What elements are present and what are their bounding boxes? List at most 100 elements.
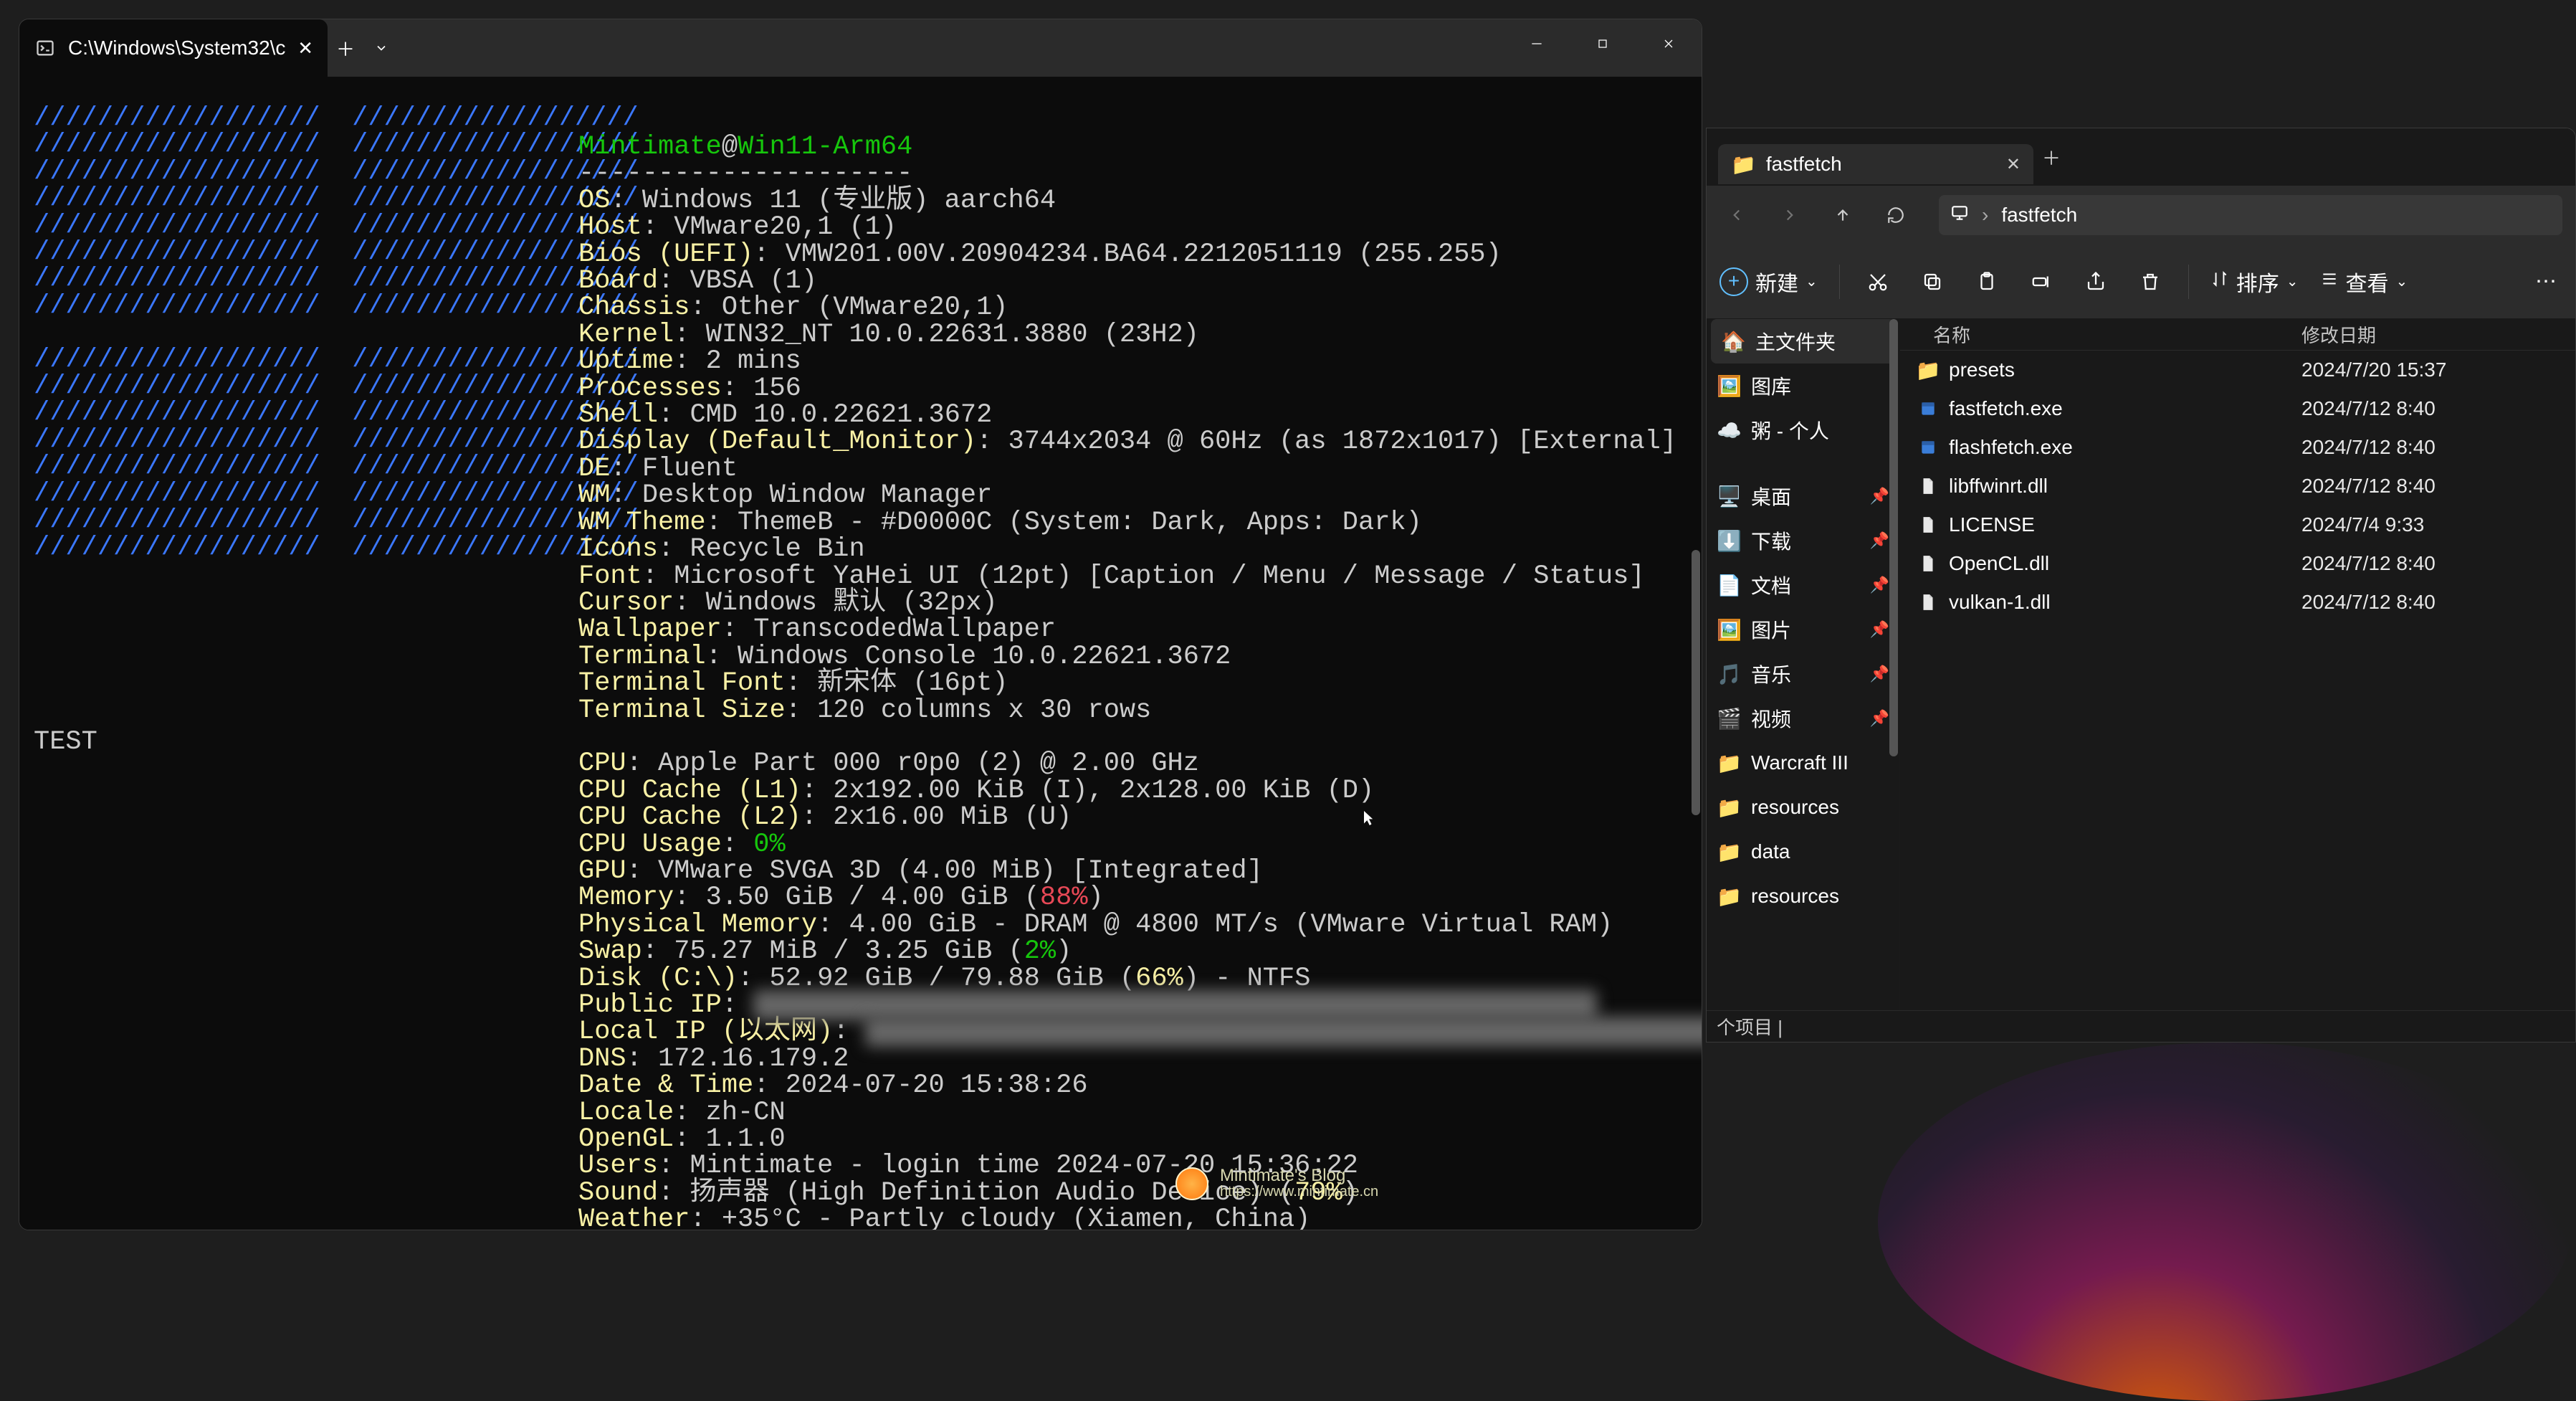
up-button[interactable] — [1826, 198, 1860, 232]
terminal-window: C:\Windows\System32\cmd.e ✕ ＋ //////////… — [19, 19, 1702, 1230]
file-row[interactable]: fastfetch.exe 2024/7/12 8:40 — [1900, 389, 2575, 428]
close-tab-icon[interactable]: ✕ — [2006, 154, 2021, 175]
terminal-body[interactable]: ////////////////// ////////////////// //… — [19, 77, 1702, 1230]
file-row[interactable]: flashfetch.exe 2024/7/12 8:40 — [1900, 428, 2575, 467]
sidebar-item[interactable]: 🖥️桌面📌 — [1707, 474, 1899, 518]
file-icon — [1917, 475, 1939, 497]
sidebar-item-label: 图库 — [1751, 371, 1791, 400]
file-date: 2024/7/12 8:40 — [2301, 552, 2531, 575]
folder-icon: 📁 — [1917, 359, 1939, 381]
sidebar-item-label: data — [1751, 840, 1790, 863]
copy-button[interactable] — [1916, 262, 1949, 302]
new-tab-button[interactable]: ＋ — [328, 19, 363, 77]
file-date: 2024/7/4 9:33 — [2301, 513, 2531, 536]
file-row[interactable]: LICENSE2024/7/4 9:33 — [1900, 505, 2575, 544]
maximize-button[interactable] — [1570, 19, 1636, 68]
new-button[interactable]: + 新建 ⌄ — [1719, 262, 1818, 302]
chevron-down-icon: ⌄ — [1805, 272, 1818, 290]
sidebar-item[interactable]: ⬇️下载📌 — [1707, 518, 1899, 563]
refresh-button[interactable] — [1879, 198, 1913, 232]
file-name: fastfetch.exe — [1949, 397, 2063, 420]
fastfetch-output: Mintimate@Win11-Arm64 ------------------… — [578, 134, 1702, 1230]
file-row[interactable]: libffwinrt.dll2024/7/12 8:40 — [1900, 467, 2575, 505]
file-row[interactable]: OpenCL.dll 2024/7/12 8:40 — [1900, 544, 2575, 583]
sort-icon — [2210, 270, 2229, 294]
column-name[interactable]: 名称 — [1900, 321, 2301, 348]
toolbar-separator — [2188, 265, 2189, 299]
explorer-navbar: › fastfetch — [1707, 186, 2575, 244]
file-date: 2024/7/12 8:40 — [2301, 436, 2531, 459]
view-label: 查看 — [2346, 266, 2389, 298]
minimize-button[interactable] — [1504, 19, 1570, 68]
sidebar-item-label: 主文件夹 — [1755, 327, 1836, 356]
sidebar-icon: 📄 — [1717, 574, 1741, 597]
pin-icon: 📌 — [1870, 665, 1889, 683]
sidebar-icon: 🖼️ — [1717, 618, 1741, 642]
file-name: OpenCL.dll — [1949, 552, 2049, 575]
new-tab-button[interactable]: ＋ — [2033, 128, 2069, 186]
sidebar-item[interactable]: 📁data — [1707, 830, 1899, 874]
sidebar-item-label: 下载 — [1751, 526, 1791, 555]
delete-button[interactable] — [2134, 262, 2167, 302]
explorer-tab-label: fastfetch — [1766, 153, 1996, 176]
paste-button[interactable] — [1970, 262, 2003, 302]
chevron-right-icon: › — [1982, 204, 1988, 227]
share-button[interactable] — [2079, 262, 2112, 302]
pin-icon: 📌 — [1870, 709, 1889, 728]
file-row[interactable]: vulkan-1.dll2024/7/12 8:40 — [1900, 583, 2575, 622]
sidebar-item[interactable]: 🏠主文件夹 — [1711, 319, 1895, 364]
plus-icon: + — [1719, 267, 1748, 296]
file-icon — [1917, 514, 1939, 536]
sidebar-item-label: 图片 — [1751, 615, 1791, 644]
explorer-toolbar: + 新建 ⌄ 排序 ⌄ 查看 ⌄ ⋯ — [1707, 244, 2575, 319]
cut-button[interactable] — [1861, 262, 1894, 302]
sidebar-icon: 🎵 — [1717, 662, 1741, 686]
explorer-tab[interactable]: 📁 fastfetch ✕ — [1718, 144, 2033, 184]
column-date[interactable]: 修改日期 — [2301, 321, 2531, 348]
file-date: 2024/7/12 8:40 — [2301, 591, 2531, 614]
forward-button[interactable] — [1773, 198, 1807, 232]
sidebar-item[interactable]: ☁️粥 - 个人 — [1707, 408, 1899, 452]
terminal-scrollbar[interactable] — [1692, 550, 1700, 815]
sidebar-icon: 🖥️ — [1717, 485, 1741, 508]
watermark-line1: Mintimate's Blog — [1220, 1168, 1378, 1184]
file-name: presets — [1949, 358, 2015, 381]
watermark-logo-icon — [1175, 1167, 1208, 1200]
sidebar-item[interactable]: 🖼️图库 — [1707, 364, 1899, 408]
explorer-tabbar: 📁 fastfetch ✕ ＋ — [1707, 128, 2575, 186]
sidebar-icon: 📁 — [1717, 796, 1741, 820]
view-button[interactable]: 查看 ⌄ — [2320, 262, 2408, 302]
more-button[interactable]: ⋯ — [2529, 262, 2562, 302]
sort-button[interactable]: 排序 ⌄ — [2210, 262, 2299, 302]
address-bar[interactable]: › fastfetch — [1939, 195, 2562, 235]
watermark: Mintimate's Blog https://www.mintimate.c… — [1175, 1167, 1378, 1200]
sidebar-item-label: resources — [1751, 796, 1839, 819]
close-button[interactable] — [1636, 19, 1702, 68]
exe-icon — [1917, 437, 1939, 458]
terminal-tab[interactable]: C:\Windows\System32\cmd.e ✕ — [19, 19, 328, 77]
close-tab-icon[interactable]: ✕ — [297, 37, 313, 60]
explorer-statusbar: 个项目 | — [1707, 1010, 2575, 1042]
mouse-cursor-icon — [1364, 807, 1374, 828]
explorer-main: 名称 修改日期 📁presets2024/7/20 15:37fastfetch… — [1900, 319, 2575, 1010]
sidebar-item[interactable]: 🖼️图片📌 — [1707, 607, 1899, 652]
sidebar-item[interactable]: 📄文档📌 — [1707, 563, 1899, 607]
file-date: 2024/7/12 8:40 — [2301, 397, 2531, 420]
tab-dropdown-button[interactable] — [363, 19, 399, 77]
rename-button[interactable] — [2025, 262, 2058, 302]
sidebar-item[interactable]: 🎬视频📌 — [1707, 696, 1899, 741]
back-button[interactable] — [1719, 198, 1754, 232]
chevron-down-icon: ⌄ — [2286, 272, 2299, 290]
sidebar-item[interactable]: 📁 resources — [1707, 785, 1899, 830]
sidebar-icon: 🎬 — [1717, 707, 1741, 731]
file-name: flashfetch.exe — [1949, 436, 2073, 459]
sidebar-item-label: resources — [1751, 885, 1839, 908]
file-row[interactable]: 📁presets2024/7/20 15:37 — [1900, 351, 2575, 389]
sidebar-scrollbar[interactable] — [1889, 319, 1898, 756]
sidebar-item[interactable]: 📁resources — [1707, 874, 1899, 918]
sidebar-item[interactable]: 🎵音乐📌 — [1707, 652, 1899, 696]
toolbar-separator — [1839, 265, 1840, 299]
column-headers[interactable]: 名称 修改日期 — [1900, 319, 2575, 351]
pin-icon: 📌 — [1870, 531, 1889, 550]
sidebar-item[interactable]: 📁Warcraft III — [1707, 741, 1899, 785]
